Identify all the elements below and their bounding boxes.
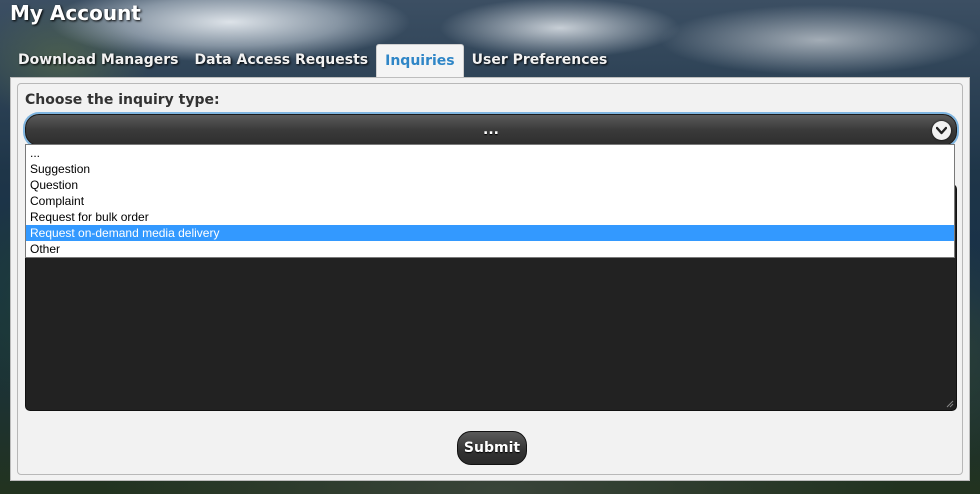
dropdown-option[interactable]: Complaint xyxy=(26,193,954,209)
tab-inquiries[interactable]: Inquiries xyxy=(376,44,464,77)
inquiries-panel: Choose the inquiry type: ... Submit xyxy=(10,77,970,481)
page-title: My Account xyxy=(10,1,141,25)
dropdown-option[interactable]: Question xyxy=(26,177,954,193)
inquiry-type-select[interactable]: ... xyxy=(25,114,957,146)
my-account-page: My Account Download Managers Data Access… xyxy=(0,0,980,494)
tab-data-access-requests[interactable]: Data Access Requests xyxy=(186,44,376,77)
tab-download-managers[interactable]: Download Managers xyxy=(10,44,186,77)
resize-grip-icon[interactable] xyxy=(946,400,954,408)
dropdown-option[interactable]: Request for bulk order xyxy=(26,209,954,225)
submit-button[interactable]: Submit xyxy=(457,431,527,465)
inquiry-type-dropdown-list: ... Suggestion Question Complaint Reques… xyxy=(25,144,955,258)
inquiry-type-selected-value: ... xyxy=(483,122,499,138)
inquiry-type-label: Choose the inquiry type: xyxy=(25,92,220,108)
chevron-down-icon[interactable] xyxy=(932,121,951,140)
tab-user-preferences[interactable]: User Preferences xyxy=(464,44,616,77)
dropdown-option[interactable]: Suggestion xyxy=(26,161,954,177)
dropdown-option-highlighted[interactable]: Request on-demand media delivery xyxy=(26,225,954,241)
inquiry-form: Choose the inquiry type: ... Submit xyxy=(17,83,963,475)
dropdown-option[interactable]: Other xyxy=(26,241,954,257)
tab-bar: Download Managers Data Access Requests I… xyxy=(10,44,615,77)
dropdown-option[interactable]: ... xyxy=(26,145,954,161)
